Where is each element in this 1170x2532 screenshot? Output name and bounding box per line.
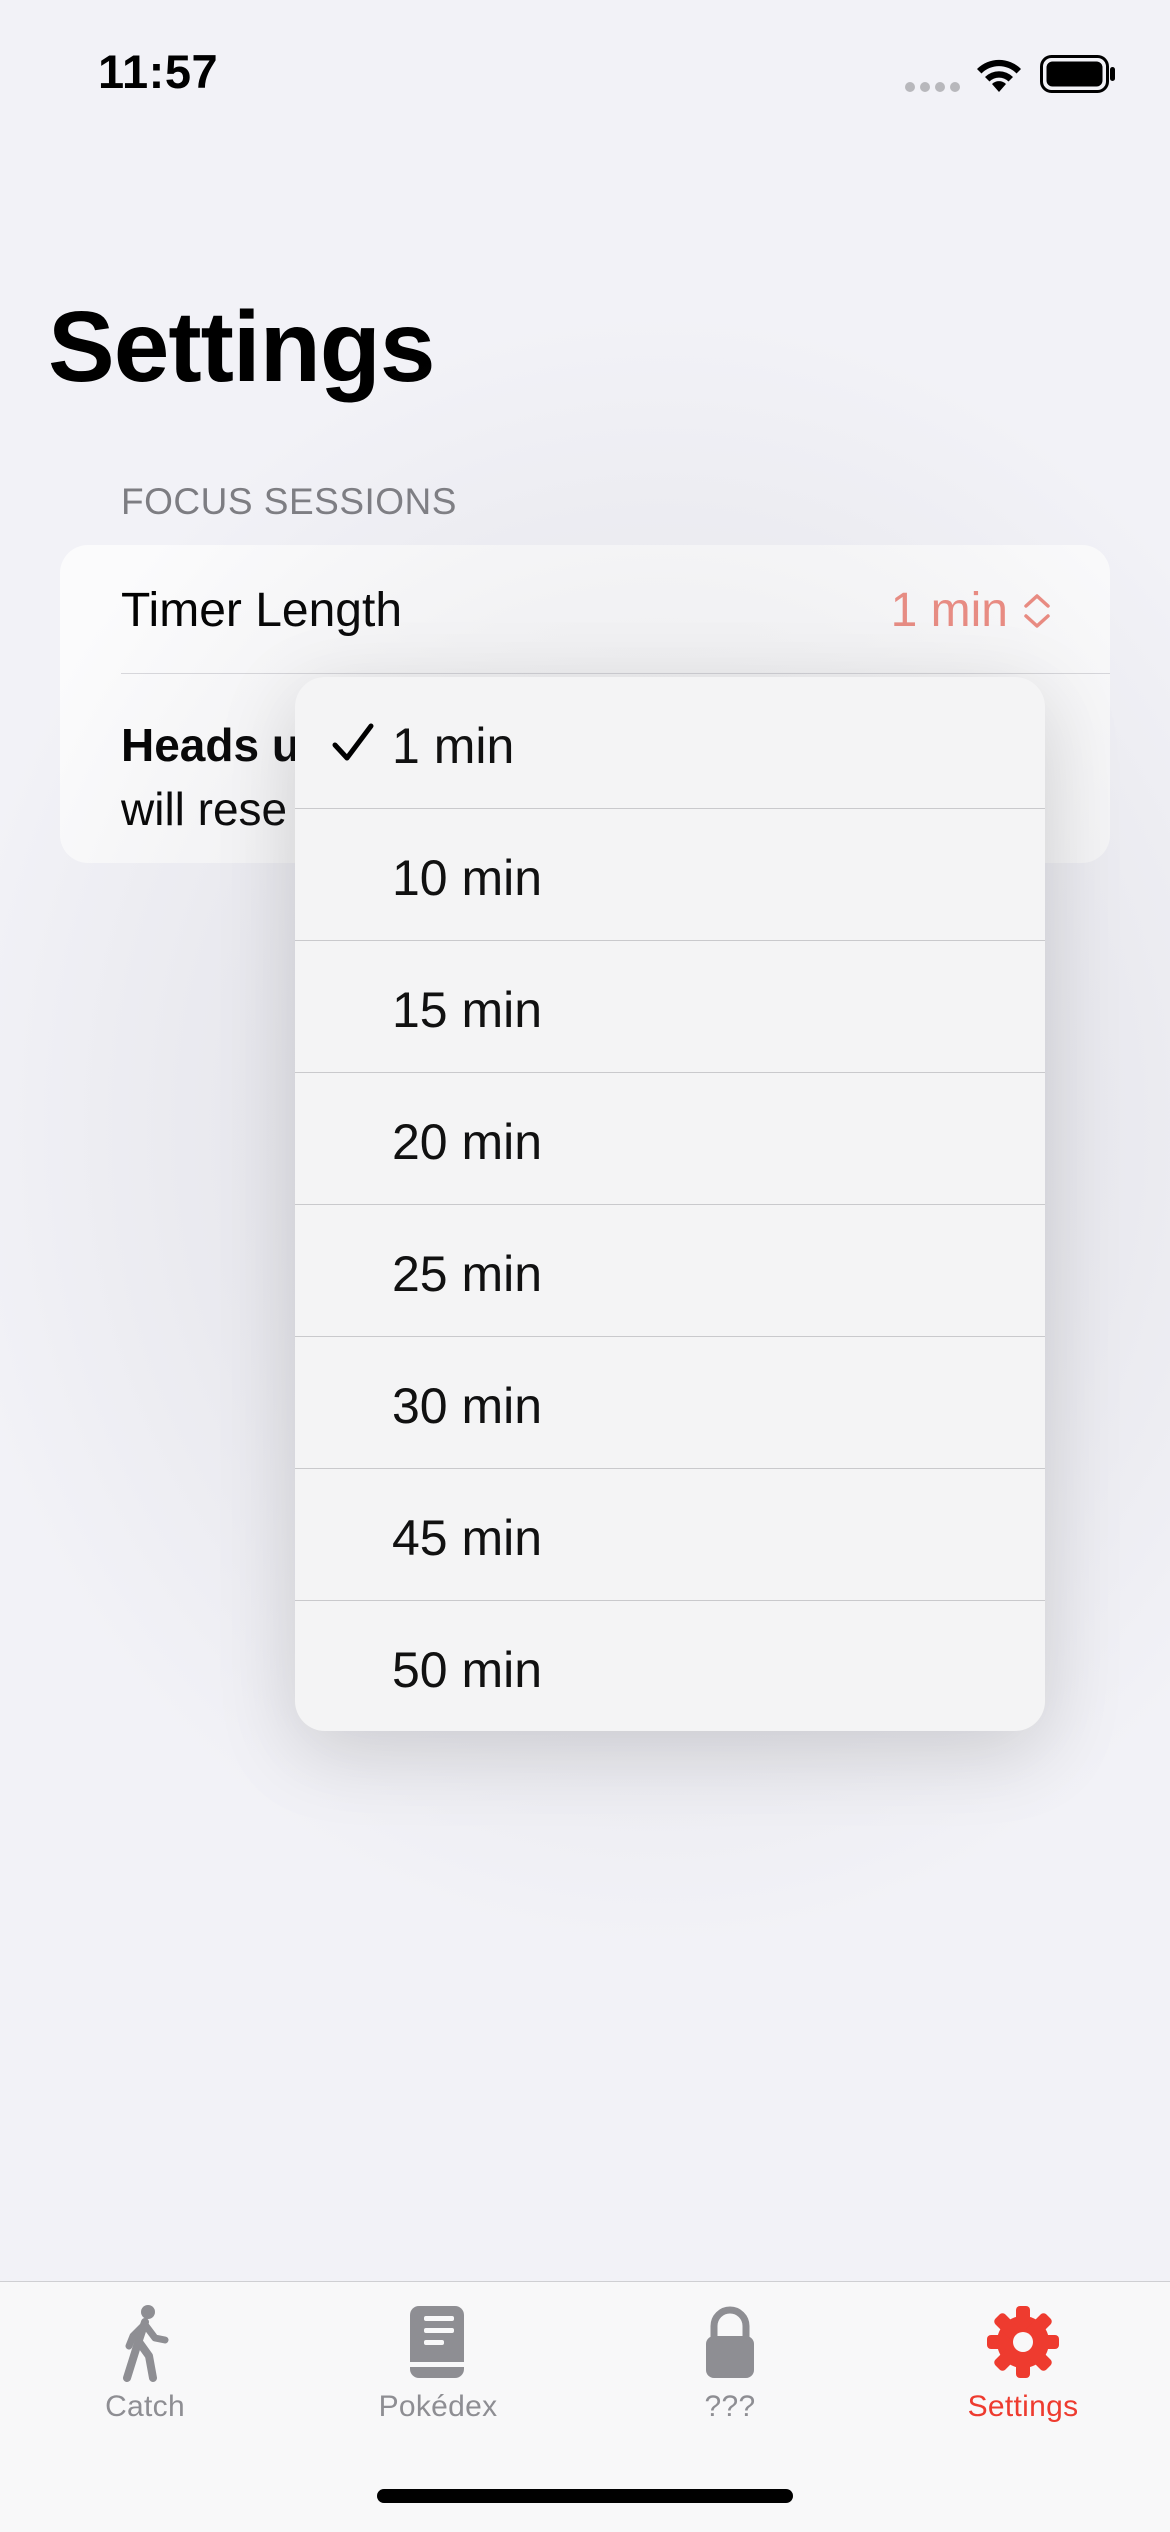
section-header-focus-sessions: FOCUS SESSIONS (121, 481, 457, 522)
menu-item-15-min[interactable]: 15 min (295, 941, 1045, 1073)
menu-item-1-min[interactable]: 1 min (295, 677, 1045, 809)
status-bar: 11:57 (0, 0, 1170, 150)
row-divider (121, 673, 1110, 674)
tab-label: Pokédex (378, 2390, 498, 2423)
chevron-up-down-icon (1024, 593, 1050, 628)
tab-label: Settings (967, 2390, 1079, 2423)
menu-item-label: 50 min (392, 1642, 543, 1698)
menu-item-label: 20 min (392, 1114, 543, 1170)
timer-length-label: Timer Length (121, 584, 403, 637)
gear-icon (987, 2306, 1059, 2378)
menu-item-50-min[interactable]: 50 min (295, 1601, 1045, 1731)
heads-up-text: will rese (121, 783, 288, 835)
menu-item-20-min[interactable]: 20 min (295, 1073, 1045, 1205)
heads-up-title: Heads u (121, 719, 300, 771)
timer-length-picker[interactable]: 1 min (891, 583, 1052, 638)
menu-item-10-min[interactable]: 10 min (295, 809, 1045, 941)
wifi-icon (977, 59, 1021, 92)
menu-item-label: 15 min (392, 982, 543, 1038)
menu-item-label: 30 min (392, 1378, 543, 1434)
checkmark-icon (332, 723, 374, 761)
menu-item-label: 1 min (392, 718, 515, 774)
tab-label: Catch (105, 2390, 185, 2423)
battery-icon (1040, 55, 1115, 93)
menu-item-25-min[interactable]: 25 min (295, 1205, 1045, 1337)
timer-length-menu: 1 min 10 min 15 min 20 min 25 min 30 min… (295, 677, 1045, 1731)
menu-item-label: 10 min (392, 850, 543, 906)
page-title: Settings (48, 291, 435, 403)
menu-item-label: 45 min (392, 1510, 543, 1566)
menu-item-45-min[interactable]: 45 min (295, 1469, 1045, 1601)
status-time: 11:57 (98, 45, 219, 98)
tab-catch[interactable]: Catch (25, 2302, 265, 2442)
timer-length-value: 1 min (890, 584, 1008, 637)
book-icon (410, 2306, 464, 2378)
tab-settings[interactable]: Settings (903, 2302, 1143, 2442)
menu-item-label: 25 min (392, 1246, 543, 1302)
lock-icon (706, 2306, 754, 2378)
tab-label: ??? (704, 2390, 756, 2423)
cellular-signal-icon (905, 82, 961, 92)
tab-pokedex[interactable]: Pokédex (318, 2302, 558, 2442)
menu-item-30-min[interactable]: 30 min (295, 1337, 1045, 1469)
timer-length-row[interactable]: Timer Length 1 min (60, 545, 1110, 673)
tab-locked[interactable]: ??? (610, 2302, 850, 2442)
home-indicator[interactable] (377, 2489, 793, 2503)
figure-walk-icon (123, 2305, 169, 2382)
heads-up-note: Heads u will rese (121, 713, 300, 841)
